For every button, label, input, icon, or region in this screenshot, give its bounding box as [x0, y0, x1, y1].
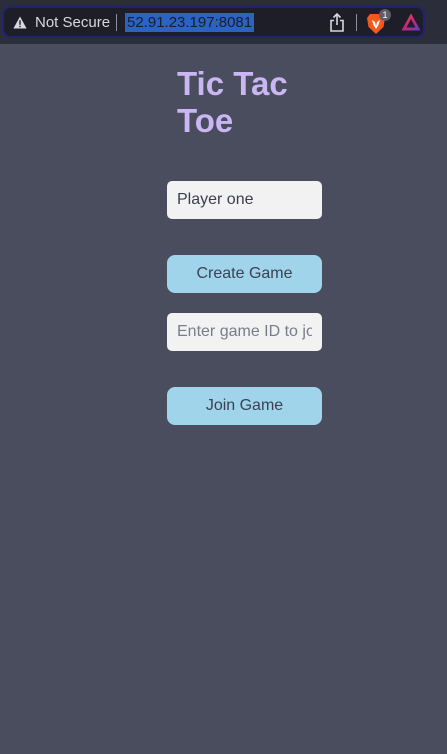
shields-count-badge: 1: [379, 9, 391, 21]
brave-rewards-icon[interactable]: [401, 13, 421, 31]
page-title-line-2: Toe: [177, 102, 234, 139]
create-game-button[interactable]: Create Game: [167, 255, 322, 293]
security-status-label[interactable]: Not Secure: [35, 14, 110, 31]
address-bar-divider: [116, 14, 117, 31]
join-game-button[interactable]: Join Game: [167, 387, 322, 425]
brave-shields-button[interactable]: 1: [366, 9, 391, 35]
browser-toolbar: Not Secure 52.91.23.197:8081 1: [0, 0, 447, 44]
share-icon[interactable]: [329, 13, 345, 32]
warning-triangle-icon[interactable]: [13, 16, 27, 29]
toolbar-divider: [356, 14, 357, 31]
address-bar[interactable]: Not Secure 52.91.23.197:8081 1: [2, 6, 425, 38]
page-title: Tic Tac Toe: [177, 65, 337, 139]
url-text[interactable]: 52.91.23.197:8081: [125, 13, 255, 32]
game-id-input[interactable]: [167, 313, 322, 351]
player-name-input[interactable]: [167, 181, 322, 219]
page-title-line-1: Tic Tac: [177, 65, 288, 102]
